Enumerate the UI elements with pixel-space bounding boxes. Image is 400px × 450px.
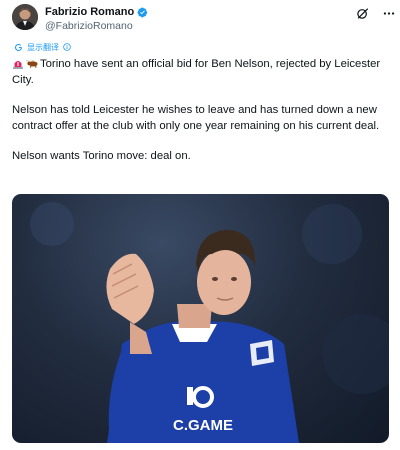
more-options-icon[interactable] bbox=[382, 7, 396, 20]
tweet-body: Torino have sent an official bid for Ben… bbox=[12, 57, 384, 165]
bull-emoji-icon bbox=[26, 59, 38, 68]
info-icon[interactable] bbox=[63, 43, 71, 51]
tweet-media-photo[interactable]: C.GAME bbox=[12, 194, 389, 443]
tweet-paragraph-2: Nelson has told Leicester he wishes to l… bbox=[12, 104, 380, 132]
tweet-text-line-1: Torino have sent an official bid for Ben… bbox=[12, 58, 381, 86]
author-avatar[interactable] bbox=[12, 4, 38, 30]
tweet-header: Fabrizio Romano @FabrizioRomano bbox=[12, 4, 395, 36]
grok-icon[interactable] bbox=[356, 7, 369, 20]
translate-icon bbox=[14, 43, 23, 51]
siren-emoji-icon bbox=[13, 61, 23, 69]
jersey-sponsor-text: C.GAME bbox=[173, 417, 233, 434]
tweet-paragraph-3: Nelson wants Torino move: deal on. bbox=[12, 150, 191, 162]
show-translation-link[interactable]: 显示翻译 bbox=[14, 41, 71, 53]
player-photo: C.GAME bbox=[30, 202, 389, 443]
avatar-image bbox=[12, 4, 38, 30]
author-display-name[interactable]: Fabrizio Romano bbox=[45, 6, 134, 19]
tweet-paragraph-1: Torino have sent an official bid for Ben… bbox=[12, 57, 384, 88]
verified-badge-icon bbox=[137, 7, 148, 18]
author-handle[interactable]: @FabrizioRomano bbox=[45, 20, 133, 32]
show-translation-label: 显示翻译 bbox=[27, 42, 59, 52]
